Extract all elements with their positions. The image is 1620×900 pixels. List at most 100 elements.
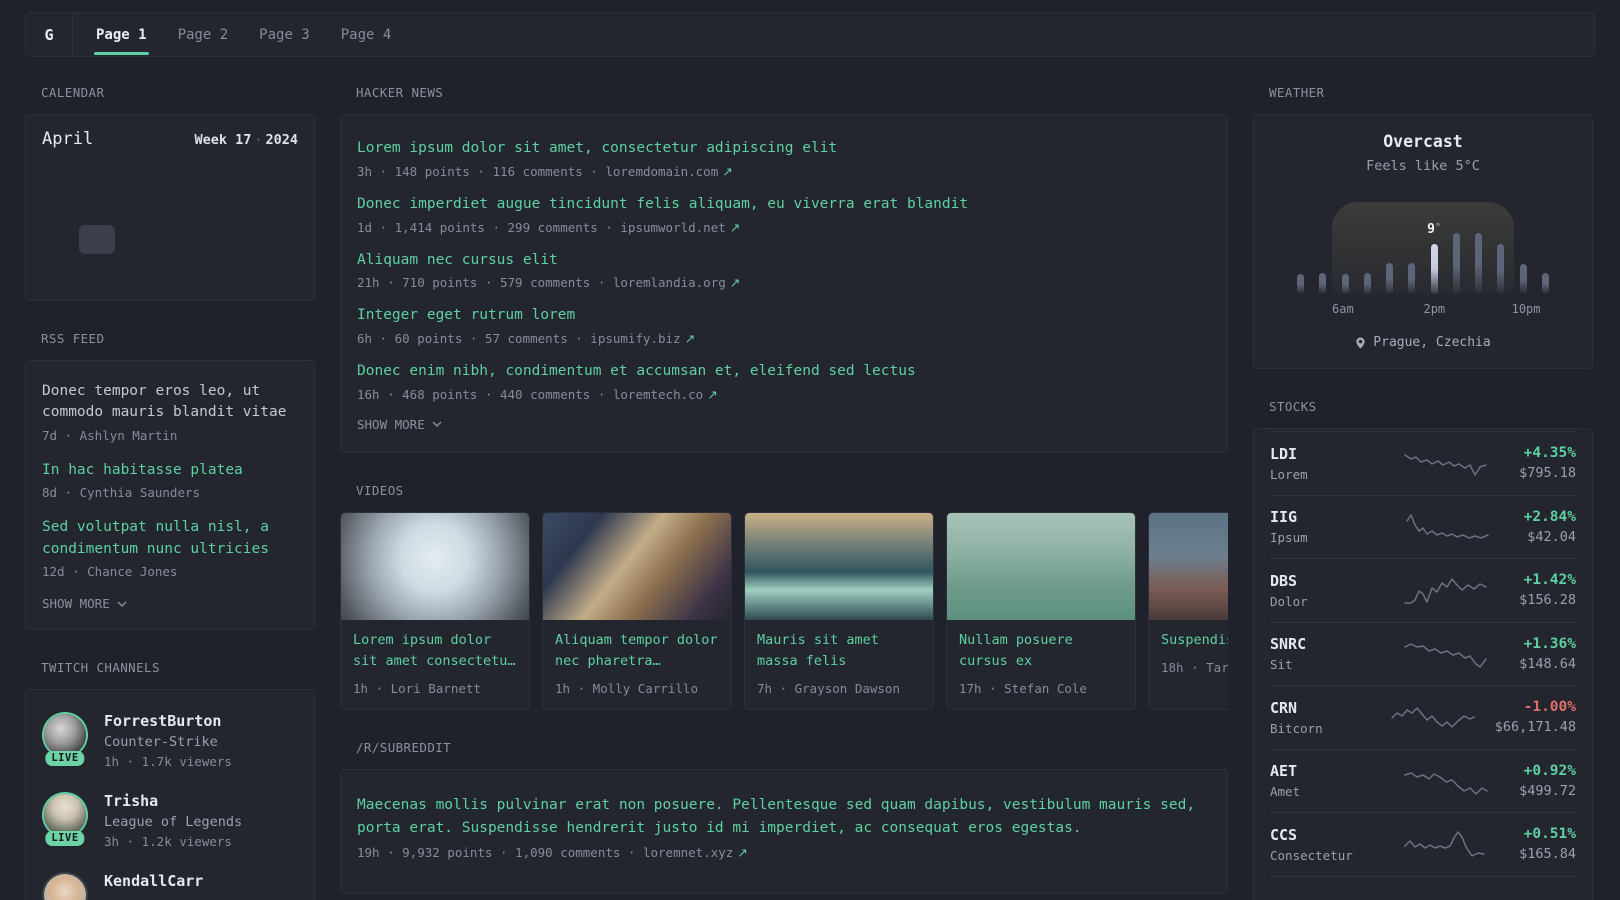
subreddit-section: /R/SUBREDDIT Maecenas mollis pulvinar er… [340, 740, 1228, 894]
hackernews-item-title[interactable]: Donec enim nibh, condimentum et accumsan… [357, 361, 1211, 383]
page-tab[interactable]: Page 1 [94, 13, 149, 56]
weekday-label [115, 165, 152, 189]
stock-symbol: CCS [1270, 825, 1298, 844]
hackernews-item-title[interactable]: Aliquam nec cursus elit [357, 250, 1211, 272]
calendar-day [225, 257, 262, 286]
stock-name: Lorem [1270, 466, 1308, 482]
temperature-bar [1386, 194, 1394, 294]
weekday-label [261, 165, 298, 189]
calendar-card: April Week 17 · 2024 [25, 114, 315, 301]
subreddit-heading: /R/SUBREDDIT [356, 739, 452, 755]
weekday-label [188, 165, 225, 189]
video-meta: 1h · Molly Carrillo [555, 680, 698, 696]
weekday-label [79, 165, 116, 189]
rss-item-title[interactable]: Donec tempor eros leo, ut commodo mauris… [42, 381, 298, 424]
hackernews-item-title[interactable]: Integer eget rutrum lorem [357, 305, 1211, 327]
stock-sparkline [1372, 702, 1495, 732]
video-meta: 7h · Grayson Dawson [757, 680, 900, 696]
stock-price: $499.72 [1519, 782, 1576, 799]
weather-location: Prague, Czechia [1270, 335, 1576, 350]
page-tab[interactable]: Page 3 [257, 13, 312, 56]
time-label: 2pm [1423, 302, 1446, 316]
video-title[interactable]: Mauris sit amet massa felis [757, 630, 921, 672]
calendar-day [188, 225, 225, 254]
video-title[interactable]: Aliquam tempor dolor nec pharetra… [555, 630, 719, 672]
external-link-icon: ↗ [729, 275, 741, 291]
rss-item-title[interactable]: Sed volutpat nulla nisl, a condimentum n… [42, 517, 298, 560]
video-card[interactable]: Lorem ipsum dolor sit amet consectetu… 1… [340, 511, 530, 710]
hackernews-item-title[interactable]: Donec imperdiet augue tincidunt felis al… [357, 194, 1211, 216]
weather-card: Overcast Feels like 5°C 9° 6am 2pm 10pm Pr… [1253, 114, 1593, 369]
video-title[interactable]: Suspendisse diam [1161, 630, 1228, 651]
dashboard: CALENDAR April Week 17 · 2024 RSS FEED D… [25, 85, 1595, 900]
page-tab[interactable]: Page 2 [176, 13, 231, 56]
stock-name: Sit [1270, 657, 1293, 673]
hackernews-card: Lorem ipsum dolor sit amet, consectetur … [340, 114, 1228, 453]
video-list: Lorem ipsum dolor sit amet consectetu… 1… [340, 511, 1228, 710]
stock-change: -1.00% [1523, 699, 1576, 716]
channel-name: KendallCarr [104, 872, 204, 891]
stock-price: $148.64 [1519, 655, 1576, 672]
calendar-day [42, 225, 79, 254]
calendar-day [261, 193, 298, 222]
stock-change: +1.36% [1523, 635, 1576, 652]
weekday-label [152, 165, 189, 189]
external-link-icon: ↗ [684, 331, 696, 346]
calendar-day [152, 193, 189, 222]
video-meta: 18h · Tara [1161, 659, 1228, 675]
hackernews-heading: HACKER NEWS [356, 85, 444, 100]
external-link-icon: ↗ [737, 844, 748, 860]
temperature-bars: 9° [1297, 194, 1549, 294]
stock-change: +1.42% [1523, 572, 1576, 589]
calendar-day [225, 193, 262, 222]
stock-sparkline [1372, 575, 1519, 605]
dot-separator: · [254, 132, 263, 148]
stock-row: AHS +0.46% [1270, 875, 1576, 900]
hackernews-show-more-button[interactable]: SHOW MORE [357, 417, 1211, 432]
calendar-month: April [42, 129, 94, 149]
subreddit-post-title[interactable]: Maecenas mollis pulvinar erat non posuer… [357, 794, 1211, 841]
temperature-bar [1497, 194, 1505, 294]
hackernews-item-title[interactable]: Lorem ipsum dolor sit amet, consectetur … [357, 138, 1211, 160]
hackernews-item: Aliquam nec cursus elit 21h · 710 points… [357, 250, 1211, 291]
hackernews-item-meta: 1d · 1,414 points · 299 comments · ipsum… [357, 219, 741, 235]
calendar-section: CALENDAR April Week 17 · 2024 [25, 85, 315, 301]
temperature-bar [1297, 194, 1304, 294]
twitch-section: TWITCH CHANNELS LIVE ForrestBurton Count… [25, 660, 315, 900]
weekday-row [42, 165, 298, 189]
video-title[interactable]: Lorem ipsum dolor sit amet consectetu… [353, 630, 517, 672]
video-card[interactable]: Suspendisse diam 18h · Tara [1148, 511, 1228, 710]
calendar-day [261, 257, 298, 286]
page-tab[interactable]: Page 4 [339, 13, 394, 56]
channel-avatar [44, 794, 86, 837]
external-link-icon: ↗ [722, 163, 733, 179]
week-label: Week 17 [194, 132, 252, 148]
calendar-heading: CALENDAR [41, 85, 105, 100]
rss-item: In hac habitasse platea 8d · Cynthia Sau… [42, 460, 298, 500]
video-card[interactable]: Nullam posuere cursus ex 17h · Stefan Co… [946, 511, 1136, 710]
app-logo[interactable]: G [26, 13, 73, 56]
rss-item-title[interactable]: In hac habitasse platea [42, 460, 298, 481]
calendar-day [225, 225, 262, 254]
rss-item-meta: 12d · Chance Jones [42, 564, 178, 580]
video-card[interactable]: Aliquam tempor dolor nec pharetra… 1h · … [542, 511, 732, 710]
left-column: CALENDAR April Week 17 · 2024 RSS FEED D… [25, 85, 315, 900]
stock-change: +0.92% [1523, 762, 1576, 779]
temperature-bar [1541, 194, 1549, 294]
rss-item: Sed volutpat nulla nisl, a condimentum n… [42, 517, 298, 579]
time-axis: 6am 2pm 10pm [1297, 302, 1549, 318]
calendar-day [188, 193, 225, 222]
twitch-channel-row[interactable]: KendallCarr [42, 872, 298, 900]
temperature-bar [1519, 194, 1527, 294]
video-title[interactable]: Nullam posuere cursus ex [959, 630, 1123, 672]
rss-show-more-button[interactable]: SHOW MORE [42, 596, 298, 611]
twitch-channel-row[interactable]: LIVE ForrestBurton Counter-Strike 1h · 1… [42, 712, 298, 769]
twitch-card: LIVE ForrestBurton Counter-Strike 1h · 1… [25, 689, 315, 900]
twitch-channel-row[interactable]: LIVE Trisha League of Legends 3h · 1.2k … [42, 792, 298, 849]
rss-item-meta: 7d · Ashlyn Martin [42, 427, 178, 443]
videos-heading: VIDEOS [356, 482, 404, 498]
stock-name: Consectetur [1270, 847, 1353, 863]
stock-row: DBS Dolor +1.42% $156.28 [1270, 558, 1576, 622]
video-card[interactable]: Mauris sit amet massa felis 7h · Grayson… [744, 511, 934, 710]
calendar-days [42, 193, 298, 286]
